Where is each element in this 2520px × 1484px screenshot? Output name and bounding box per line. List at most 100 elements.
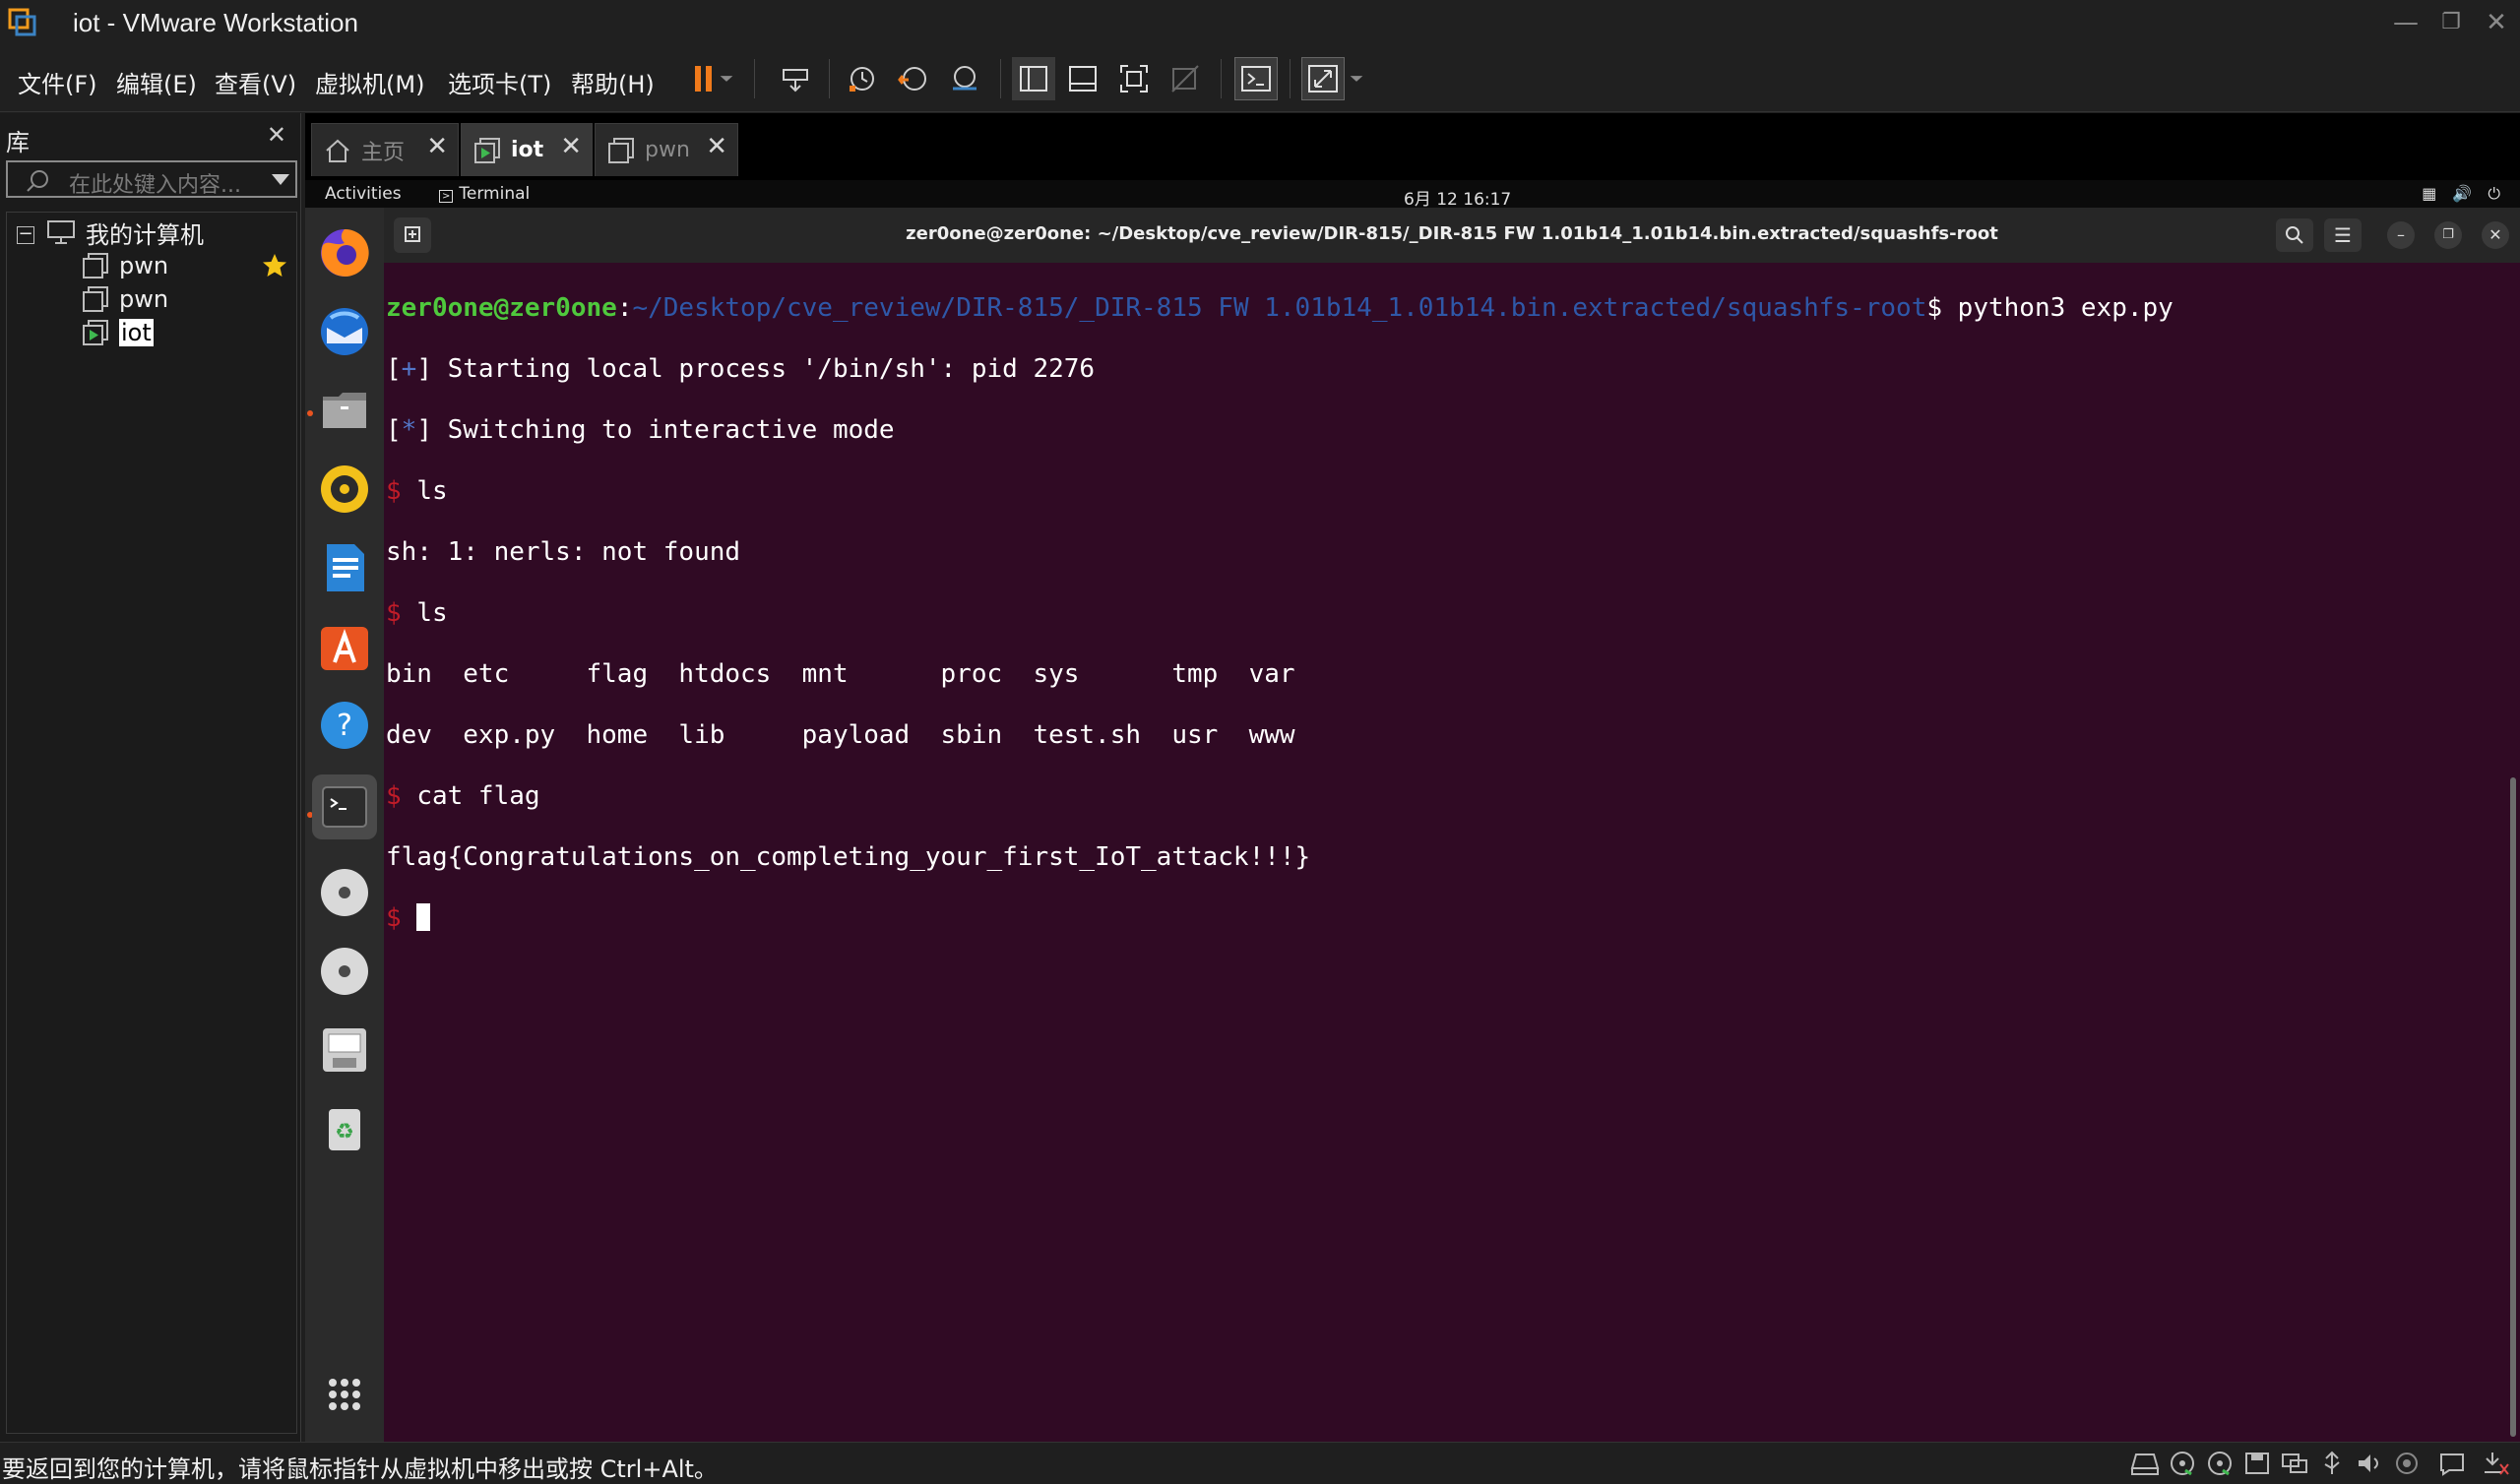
dock-disc-2[interactable] [315, 942, 374, 1001]
dock-show-apps[interactable] [315, 1365, 374, 1424]
menu-help[interactable]: 帮助(H) [571, 65, 655, 99]
terminal-output[interactable]: zer0one@zer0one:~/Desktop/cve_review/DIR… [384, 263, 2520, 1442]
terminal-minimize-button[interactable]: – [2387, 221, 2415, 249]
dock-app-center[interactable] [315, 617, 374, 676]
disconnect-icon[interactable] [2481, 1451, 2510, 1476]
camera-icon[interactable] [2392, 1451, 2422, 1476]
clock[interactable]: 6月 12 16:17 [1404, 185, 1511, 210]
menu-tabs[interactable]: 选项卡(T) [448, 65, 551, 99]
power-dropdown[interactable] [715, 57, 738, 100]
window-titlebar: iot - VMware Workstation — ❐ ✕ [0, 0, 2520, 45]
library-close-icon[interactable]: ✕ [267, 121, 286, 149]
hard-disk-icon[interactable] [2130, 1451, 2160, 1476]
full-screen-button[interactable] [1112, 57, 1156, 100]
vm-tree: − 我的计算机 pwn pwn iot [6, 212, 297, 1434]
gnome-top-bar: Activities > Terminal 6月 12 16:17 ▦ 🔊 ⏻ [305, 180, 2520, 210]
app-menu-terminal[interactable]: > Terminal [439, 184, 530, 204]
tab-label: pwn [645, 138, 690, 162]
usb-icon[interactable] [2317, 1451, 2347, 1476]
tab-iot[interactable]: iot ✕ [461, 123, 593, 176]
menu-edit[interactable]: 编辑(E) [116, 65, 197, 99]
terminal-line: $ ls [386, 476, 2520, 507]
terminal-menu-button[interactable]: ☰ [2324, 218, 2362, 252]
cd-dvd-icon[interactable] [2168, 1451, 2197, 1476]
svg-text:?: ? [337, 709, 352, 743]
collapse-icon[interactable]: − [17, 225, 34, 244]
tree-root-my-computer[interactable]: − 我的计算机 [7, 216, 296, 249]
floppy-icon[interactable] [2242, 1451, 2272, 1476]
dock-help[interactable]: ? [315, 696, 374, 755]
close-window-button[interactable]: ✕ [2477, 6, 2516, 39]
library-panel: 库 ✕ 在此处键入内容... − 我的计算机 pwn pwn iot [0, 113, 301, 1442]
terminal-line: bin etc flag htdocs mnt proc sys tmp var [386, 659, 2520, 690]
status-mark: * [401, 415, 417, 445]
tree-vm-label: pwn [119, 252, 169, 279]
vm-icon [83, 286, 108, 312]
output-text: dev exp.py home lib payload sbin test.sh… [386, 720, 1295, 750]
menu-view[interactable]: 查看(V) [215, 65, 296, 99]
menu-vm[interactable]: 虚拟机(M) [315, 65, 424, 99]
revert-snapshot-button[interactable] [892, 57, 935, 100]
network-adapter-icon[interactable] [2280, 1451, 2309, 1476]
tree-vm-label: pwn [119, 285, 169, 313]
terminal-icon [322, 786, 367, 828]
stretch-view-button[interactable] [1301, 57, 1345, 100]
dock-terminal[interactable] [312, 774, 377, 839]
clock-snapshot-icon [850, 67, 874, 92]
console-view-button[interactable] [1234, 57, 1278, 100]
tab-close-icon[interactable]: ✕ [706, 132, 727, 161]
stretch-arrows-icon [1308, 65, 1338, 93]
terminal-search-button[interactable] [2276, 218, 2313, 252]
cd-dvd-icon[interactable] [2205, 1451, 2235, 1476]
tab-pwn[interactable]: pwn ✕ [595, 123, 738, 176]
prompt-path: ~/Desktop/cve_review/DIR-815/_DIR-815 FW… [632, 293, 1927, 323]
shell-dollar: $ [386, 598, 417, 628]
message-icon[interactable] [2437, 1451, 2467, 1476]
tab-label: iot [511, 138, 544, 162]
snapshot-manager-icon [953, 66, 976, 91]
dock-thunderbird[interactable] [315, 302, 374, 361]
terminal-line: [*] Switching to interactive mode [386, 415, 2520, 446]
restore-button[interactable]: ❐ [2431, 6, 2471, 39]
system-tray[interactable]: ▦ 🔊 ⏻ [2422, 184, 2500, 204]
terminal-line: sh: 1: nerls: not found [386, 537, 2520, 568]
terminal-headerbar: zer0one@zer0one: ~/Desktop/cve_review/DI… [384, 208, 2520, 263]
library-search-placeholder: 在此处键入内容... [69, 173, 241, 198]
command-text: ls [416, 476, 448, 506]
sound-card-icon[interactable] [2355, 1451, 2384, 1476]
show-library-button[interactable] [1012, 57, 1055, 100]
dock-files[interactable] [315, 381, 374, 440]
dock-libreoffice-writer[interactable] [315, 538, 374, 597]
minimize-button[interactable]: — [2386, 6, 2426, 39]
dock-drive[interactable] [315, 1020, 374, 1080]
activities-button[interactable]: Activities [325, 184, 402, 204]
output-text: ] Starting local process '/bin/sh': pid … [416, 354, 1096, 384]
terminal-scrollbar[interactable] [2510, 777, 2516, 1437]
thunderbird-icon [321, 308, 368, 355]
dock-disc-1[interactable] [315, 863, 374, 922]
unity-button[interactable] [1164, 57, 1207, 100]
show-thumbnails-button[interactable] [1061, 57, 1104, 100]
tree-vm-pwn-2[interactable]: pwn [82, 283, 294, 315]
terminal-close-button[interactable]: ✕ [2482, 221, 2509, 249]
search-dropdown-icon[interactable] [272, 174, 289, 185]
tab-close-icon[interactable]: ✕ [426, 132, 448, 161]
dock-rhythmbox[interactable] [315, 460, 374, 519]
vm-running-icon [474, 137, 500, 163]
menu-file[interactable]: 文件(F) [18, 65, 97, 99]
terminal-maximize-button[interactable]: ❐ [2434, 221, 2462, 249]
tab-home[interactable]: 主页 ✕ [311, 123, 459, 176]
stretch-dropdown[interactable] [1345, 57, 1368, 100]
firefox-icon [321, 228, 369, 277]
tree-vm-pwn-1[interactable]: pwn [82, 250, 294, 281]
tab-close-icon[interactable]: ✕ [560, 132, 582, 161]
dock-firefox[interactable] [315, 223, 374, 282]
send-ctrl-alt-del-button[interactable] [774, 57, 817, 100]
tree-vm-iot[interactable]: iot [82, 317, 294, 348]
snapshot-manager-button[interactable] [943, 57, 986, 100]
snapshot-button[interactable] [841, 57, 884, 100]
text-cursor [416, 903, 431, 931]
library-search-input[interactable]: 在此处键入内容... [6, 160, 297, 198]
dock-trash[interactable]: ♻ [315, 1099, 374, 1158]
optical-disc-icon [321, 948, 368, 995]
